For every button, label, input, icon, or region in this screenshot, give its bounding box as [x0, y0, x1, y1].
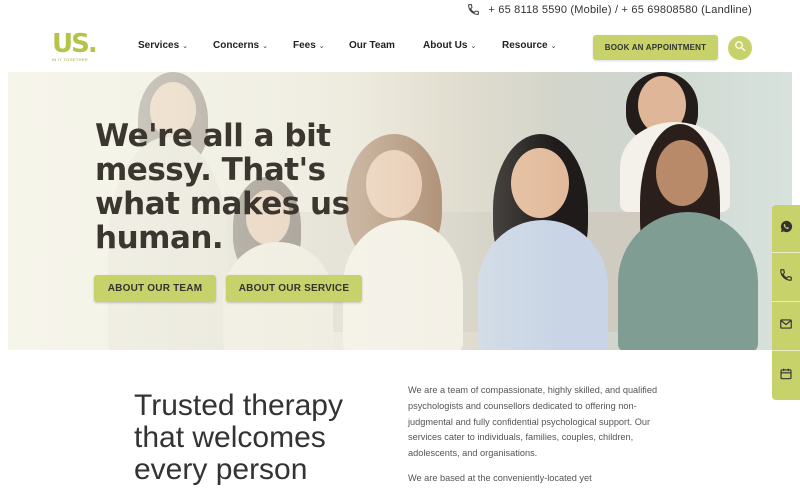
nav-item-about-us[interactable]: About Us ⌄	[423, 40, 502, 51]
nav-item-services[interactable]: Services ⌄	[138, 40, 213, 51]
nav-label: Fees	[293, 40, 316, 51]
hero-banner: We're all a bit messy. That's what makes…	[8, 72, 792, 350]
about-team-button[interactable]: ABOUT OUR TEAM	[94, 275, 216, 302]
chevron-down-icon: ⌄	[550, 42, 557, 50]
nav-label: Our Team	[349, 40, 395, 51]
nav-item-our-team[interactable]: Our Team	[349, 40, 423, 51]
email-button[interactable]	[772, 303, 800, 351]
booking-button[interactable]	[772, 352, 800, 400]
search-button[interactable]	[728, 36, 752, 60]
phone-icon	[779, 268, 793, 287]
phone-icon	[467, 3, 480, 16]
hero-title: We're all a bit messy. That's what makes…	[95, 118, 350, 256]
nav-label: About Us	[423, 40, 468, 51]
about-text: We are a team of compassionate, highly s…	[408, 383, 673, 487]
nav-label: Concerns	[213, 40, 260, 51]
whatsapp-icon	[779, 219, 794, 239]
logo-mark: US.	[52, 29, 98, 59]
mail-icon	[779, 317, 793, 336]
chevron-down-icon: ⌄	[470, 42, 477, 50]
chevron-down-icon: ⌄	[182, 42, 189, 50]
top-bar: + 65 8118 5590 (Mobile) / + 65 69808580 …	[0, 0, 800, 24]
nav-item-fees[interactable]: Fees ⌄	[293, 40, 349, 51]
phone-contact[interactable]: + 65 8118 5590 (Mobile) / + 65 69808580 …	[467, 3, 752, 16]
main-nav: Services ⌄ Concerns ⌄ Fees ⌄ Our Team About…	[138, 40, 572, 51]
logo[interactable]: US. IN IT TOGETHER	[52, 30, 100, 66]
book-appointment-button[interactable]: BOOK AN APPOINTMENT	[593, 35, 718, 60]
about-service-button[interactable]: ABOUT OUR SERVICE	[226, 275, 362, 302]
nav-label: Services	[138, 40, 180, 51]
nav-label: Resource	[502, 40, 548, 51]
calendar-icon	[779, 367, 793, 386]
nav-item-resource[interactable]: Resource ⌄	[502, 40, 572, 51]
about-paragraph-2: We are based at the conveniently-located…	[408, 472, 592, 483]
phone-numbers[interactable]: + 65 8118 5590 (Mobile) / + 65 69808580 …	[488, 4, 752, 16]
chevron-down-icon: ⌄	[262, 42, 268, 50]
whatsapp-button[interactable]	[772, 205, 800, 253]
search-icon	[734, 39, 746, 57]
nav-item-concerns[interactable]: Concerns ⌄	[213, 40, 293, 51]
site-header: US. IN IT TOGETHER Services ⌄ Concerns ⌄ F…	[0, 24, 800, 72]
about-paragraph-1: We are a team of compassionate, highly s…	[408, 385, 658, 459]
section-heading: Trusted therapy that welcomes every pers…	[134, 389, 343, 486]
chevron-down-icon: ⌄	[318, 42, 325, 50]
call-button[interactable]	[772, 254, 800, 302]
side-contact-bar	[772, 205, 800, 400]
